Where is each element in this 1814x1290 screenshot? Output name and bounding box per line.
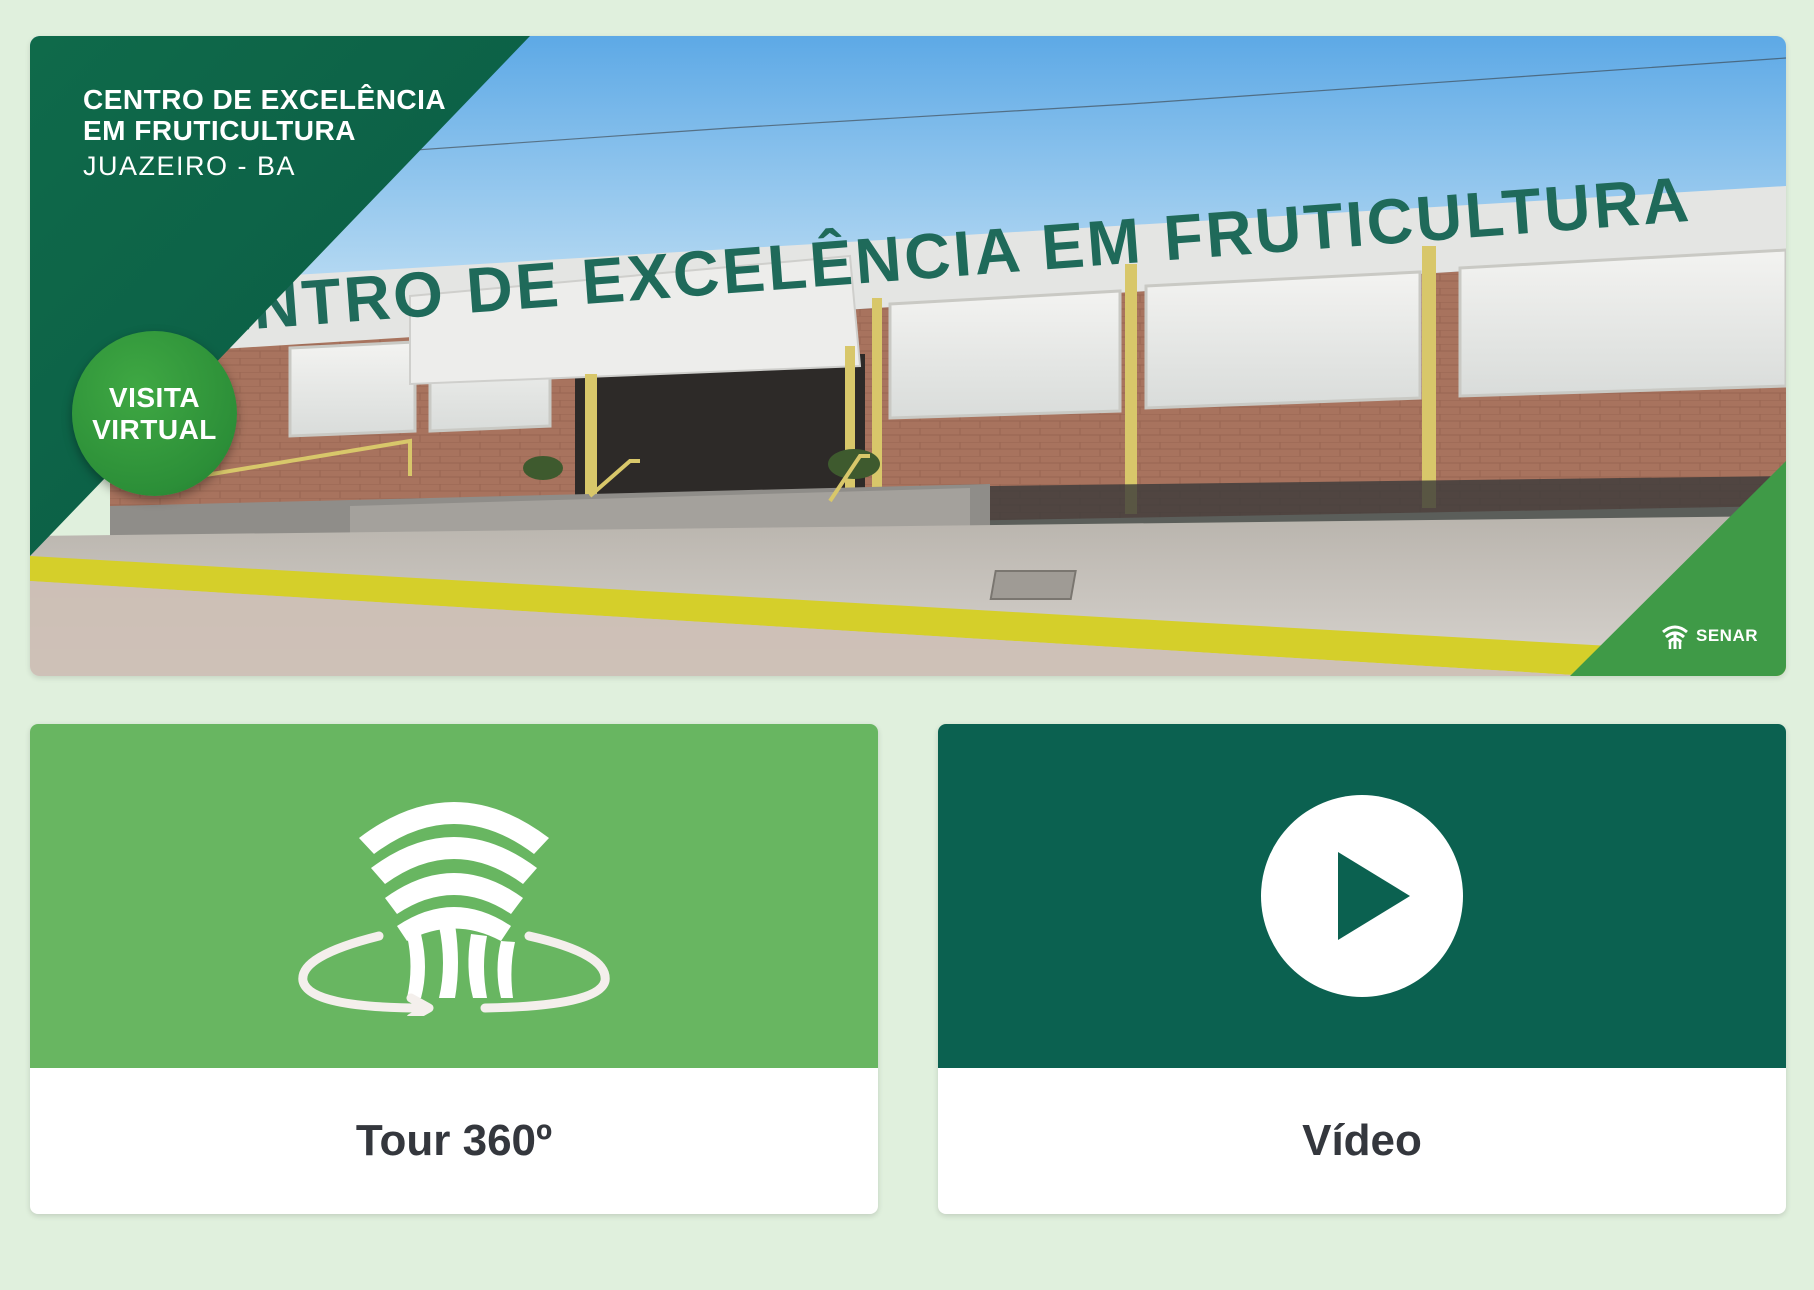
senar-text: SENAR xyxy=(1695,626,1758,645)
tour-360-icon xyxy=(298,802,610,1016)
visita-virtual-badge[interactable]: VISITA VIRTUAL xyxy=(72,331,237,496)
badge-line2: VIRTUAL xyxy=(92,413,217,445)
video-card[interactable]: Vídeo xyxy=(938,724,1786,1214)
page: CENTRO DE EXCELÊNCIA EM FRUTICULTURA CEN… xyxy=(0,0,1814,1290)
hero-title-line1: CENTRO DE EXCELÊNCIA xyxy=(83,84,447,115)
tour-360-label: Tour 360º xyxy=(355,1116,553,1165)
badge-line1: VISITA xyxy=(108,381,201,413)
senar-logo: SENAR xyxy=(1660,622,1758,650)
hero-title: CENTRO DE EXCELÊNCIA EM FRUTICULTURA JUA… xyxy=(83,84,446,184)
video-label: Vídeo xyxy=(1302,1116,1422,1165)
play-icon xyxy=(1261,795,1463,997)
senar-mark-icon xyxy=(1662,625,1688,649)
tour-360-card[interactable]: Tour 360º xyxy=(30,724,878,1214)
hero-city: JUAZEIRO - BA xyxy=(83,151,297,181)
hero-title-line2: EM FRUTICULTURA xyxy=(83,115,356,146)
video-media xyxy=(938,724,1786,1068)
tour-360-media xyxy=(30,724,878,1068)
hero-banner[interactable]: CENTRO DE EXCELÊNCIA EM FRUTICULTURA CEN… xyxy=(30,36,1786,676)
